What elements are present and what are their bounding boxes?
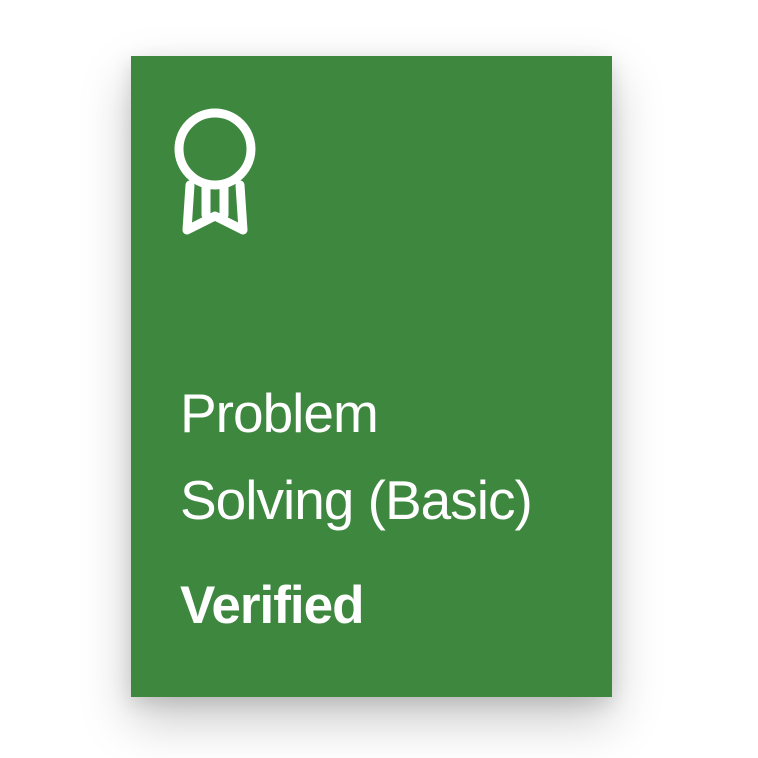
award-ribbon-icon bbox=[169, 108, 261, 238]
badge-title: Problem Solving (Basic) bbox=[180, 370, 600, 544]
badge-stage: Problem Solving (Basic) Verified bbox=[0, 0, 758, 758]
verified-status: Verified bbox=[180, 576, 364, 635]
skill-badge-card: Problem Solving (Basic) Verified bbox=[131, 56, 612, 697]
badge-title-line-2: Solving (Basic) bbox=[180, 469, 533, 531]
badge-title-line-1: Problem bbox=[180, 382, 379, 444]
